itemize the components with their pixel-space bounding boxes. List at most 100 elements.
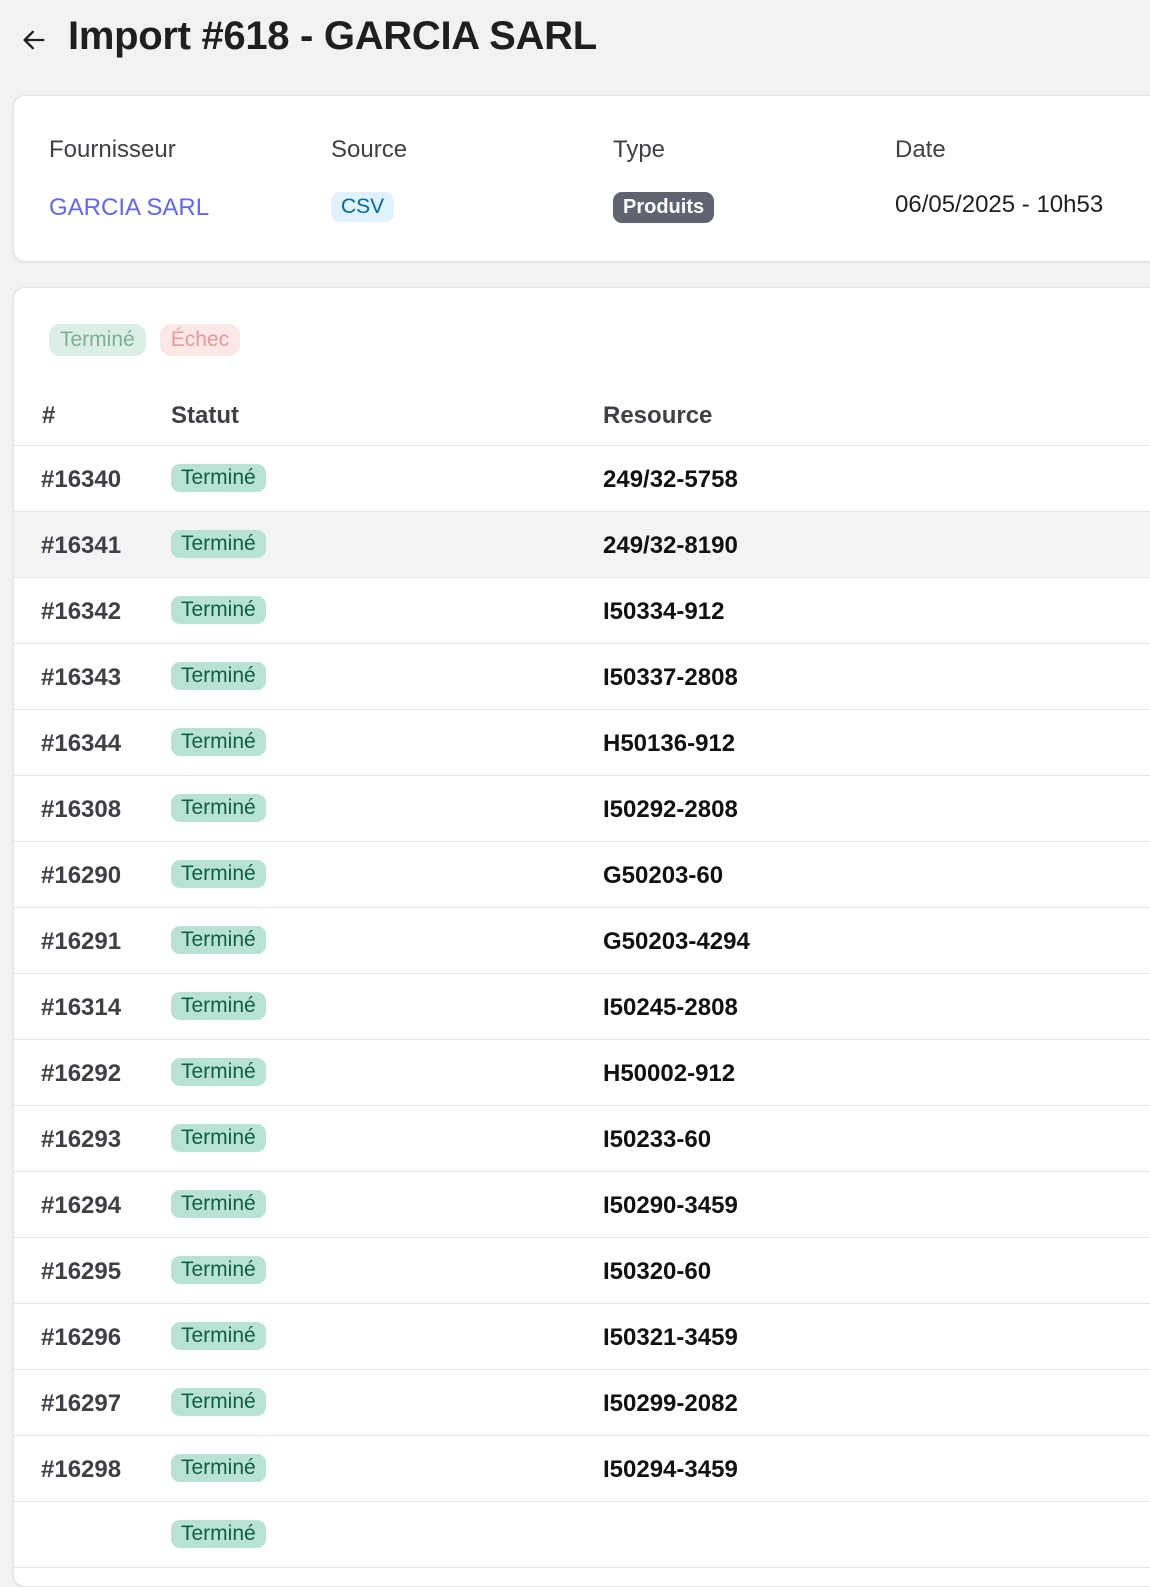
table-row[interactable]: #16342 Terminé I50334-912 xyxy=(14,578,1150,644)
column-header-id: # xyxy=(42,402,56,429)
table-row[interactable]: #16295 Terminé I50320-60 xyxy=(14,1238,1150,1304)
table-body: #16340 Terminé 249/32-5758 #16341 Terminé 249… xyxy=(14,446,1150,1568)
row-status-cell: Terminé xyxy=(171,1124,266,1152)
row-resource: I50292-2808 xyxy=(603,796,738,823)
row-status-cell: Terminé xyxy=(171,1520,266,1548)
status-badge: Terminé xyxy=(171,1124,266,1152)
status-badge: Terminé xyxy=(171,1190,266,1218)
date-value: 06/05/2025 - 10h53 xyxy=(895,191,1104,218)
row-id: #16308 xyxy=(41,796,122,823)
table-row[interactable]: #16291 Terminé G50203-4294 xyxy=(14,908,1150,974)
supplier-link[interactable]: GARCIA SARL xyxy=(49,194,209,221)
row-status-cell: Terminé xyxy=(171,596,266,624)
status-badge: Terminé xyxy=(171,1454,266,1482)
page-header: Import #618 - GARCIA SARL xyxy=(0,0,1150,82)
row-resource: I50294-3459 xyxy=(603,1456,738,1483)
row-id: #16291 xyxy=(41,928,122,955)
row-resource: G50203-60 xyxy=(603,862,724,889)
row-status-cell: Terminé xyxy=(171,1256,266,1284)
row-status-cell: Terminé xyxy=(171,1454,266,1482)
row-status-cell: Terminé xyxy=(171,1388,266,1416)
type-value: Produits xyxy=(613,192,715,223)
column-header-resource: Resource xyxy=(603,402,713,429)
row-status-cell: Terminé xyxy=(171,926,266,954)
table-row[interactable]: #16341 Terminé 249/32-8190 xyxy=(14,512,1150,578)
status-badge: Terminé xyxy=(171,662,266,690)
table-row[interactable]: #16292 Terminé H50002-912 xyxy=(14,1040,1150,1106)
row-status-cell: Terminé xyxy=(171,1322,266,1350)
status-badge: Terminé xyxy=(171,860,266,888)
row-resource: I50245-2808 xyxy=(603,994,738,1021)
supplier-label: Fournisseur xyxy=(49,136,176,163)
status-badge: Terminé xyxy=(171,1520,266,1548)
row-resource: H50136-912 xyxy=(603,730,736,757)
table-row[interactable]: Terminé xyxy=(14,1502,1150,1568)
row-resource: 249/32-8190 xyxy=(603,532,738,559)
row-id: #16293 xyxy=(41,1126,122,1153)
status-badge: Terminé xyxy=(171,1322,266,1350)
row-id: #16297 xyxy=(41,1390,122,1417)
arrow-left-icon xyxy=(23,30,45,50)
date-label: Date xyxy=(895,136,946,163)
row-id: #16296 xyxy=(41,1324,122,1351)
source-badge: CSV xyxy=(331,192,395,222)
source-value: CSV xyxy=(331,192,395,222)
row-status-cell: Terminé xyxy=(171,794,266,822)
table-row[interactable]: #16293 Terminé I50233-60 xyxy=(14,1106,1150,1172)
page-title: Import #618 - GARCIA SARL xyxy=(68,14,597,58)
status-badge: Terminé xyxy=(171,1256,266,1284)
table-row[interactable]: #16340 Terminé 249/32-5758 xyxy=(14,446,1150,512)
table-row[interactable]: #16296 Terminé I50321-3459 xyxy=(14,1304,1150,1370)
row-id: #16341 xyxy=(41,532,122,559)
back-button[interactable] xyxy=(18,24,50,56)
status-badge: Terminé xyxy=(171,728,266,756)
row-resource: I50299-2082 xyxy=(603,1390,738,1417)
table-row[interactable]: #16297 Terminé I50299-2082 xyxy=(14,1370,1150,1436)
import-lines-card: Terminé Échec # Statut Resource #16340 Te… xyxy=(13,287,1150,1587)
row-id: #16343 xyxy=(41,664,122,691)
table-row[interactable]: #16343 Terminé I50337-2808 xyxy=(14,644,1150,710)
type-label: Type xyxy=(613,136,666,163)
filter-done-chip[interactable]: Terminé xyxy=(49,324,146,356)
status-badge: Terminé xyxy=(171,992,266,1020)
row-status-cell: Terminé xyxy=(171,464,266,492)
status-badge: Terminé xyxy=(171,596,266,624)
row-id: #16298 xyxy=(41,1456,122,1483)
table-row[interactable]: #16294 Terminé I50290-3459 xyxy=(14,1172,1150,1238)
row-id: #16344 xyxy=(41,730,122,757)
row-id: #16292 xyxy=(41,1060,122,1087)
row-resource: I50321-3459 xyxy=(603,1324,738,1351)
row-status-cell: Terminé xyxy=(171,1190,266,1218)
row-resource: I50337-2808 xyxy=(603,664,738,691)
row-status-cell: Terminé xyxy=(171,662,266,690)
row-resource: 249/32-5758 xyxy=(603,466,738,493)
row-id: #16314 xyxy=(41,994,122,1021)
table-row[interactable]: #16314 Terminé I50245-2808 xyxy=(14,974,1150,1040)
table-row[interactable]: #16298 Terminé I50294-3459 xyxy=(14,1436,1150,1502)
source-label: Source xyxy=(331,136,408,163)
status-badge: Terminé xyxy=(171,1058,266,1086)
table-row[interactable]: #16308 Terminé I50292-2808 xyxy=(14,776,1150,842)
filter-failed-chip[interactable]: Échec xyxy=(159,324,241,356)
row-resource: I50290-3459 xyxy=(603,1192,738,1219)
date-value-wrap: 06/05/2025 - 10h53 xyxy=(895,191,1103,219)
status-badge: Terminé xyxy=(171,794,266,822)
table-row[interactable]: #16344 Terminé H50136-912 xyxy=(14,710,1150,776)
row-status-cell: Terminé xyxy=(171,530,266,558)
row-status-cell: Terminé xyxy=(171,860,266,888)
status-badge: Terminé xyxy=(171,530,266,558)
supplier-link-wrap: GARCIA SARL xyxy=(49,194,209,222)
status-badge: Terminé xyxy=(171,1388,266,1416)
row-id: #16294 xyxy=(41,1192,122,1219)
row-id: #16340 xyxy=(41,466,122,493)
table-row[interactable]: #16290 Terminé G50203-60 xyxy=(14,842,1150,908)
row-resource: I50233-60 xyxy=(603,1126,712,1153)
row-status-cell: Terminé xyxy=(171,1058,266,1086)
status-filters: Terminé Échec xyxy=(49,324,241,356)
row-id: #16342 xyxy=(41,598,122,625)
row-id: #16295 xyxy=(41,1258,122,1285)
column-header-status: Statut xyxy=(171,402,239,429)
row-status-cell: Terminé xyxy=(171,992,266,1020)
status-badge: Terminé xyxy=(171,464,266,492)
row-status-cell: Terminé xyxy=(171,728,266,756)
